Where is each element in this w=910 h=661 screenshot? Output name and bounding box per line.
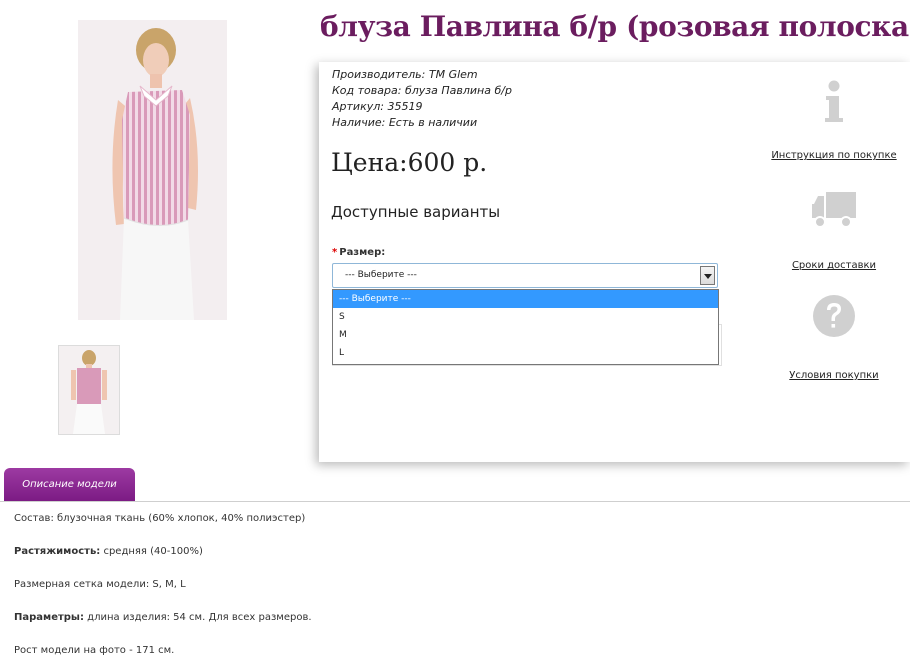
size-label: * Размер: bbox=[332, 247, 385, 258]
composition-label: Состав: bbox=[14, 513, 54, 524]
params-label: Параметры: bbox=[14, 612, 84, 623]
stock-label: Наличие: bbox=[332, 116, 386, 129]
product-code-label: Код товара: bbox=[332, 84, 402, 97]
dropdown-arrow-icon[interactable] bbox=[700, 266, 715, 285]
product-price: Цена:600 р. bbox=[331, 148, 488, 177]
stretch-line: Растяжимость: средняя (40-100%) bbox=[14, 546, 203, 557]
manufacturer-value: ТМ Glem bbox=[428, 68, 478, 81]
size-select-value: --- Выберите --- bbox=[345, 270, 417, 280]
delivery-link[interactable]: Сроки доставки bbox=[769, 260, 899, 271]
stock-value: Есть в наличии bbox=[388, 116, 478, 129]
product-info-panel: Производитель: ТМ Glem Код товара: блуза… bbox=[319, 62, 910, 462]
tab-description[interactable]: Описание модели bbox=[4, 468, 135, 502]
sizes-value: S, M, L bbox=[149, 579, 186, 590]
instruction-block: Инструкция по покупке bbox=[769, 80, 899, 161]
variants-heading: Доступные варианты bbox=[331, 203, 501, 221]
stretch-label: Растяжимость: bbox=[14, 546, 101, 557]
stock-row: Наличие: Есть в наличии bbox=[332, 116, 477, 129]
tab-divider bbox=[0, 501, 910, 502]
params-line: Параметры: длина изделия: 54 см. Для все… bbox=[14, 612, 312, 623]
sku-label: Артикул: bbox=[332, 100, 384, 113]
terms-link[interactable]: Условия покупки bbox=[769, 370, 899, 381]
size-option-m[interactable]: M bbox=[333, 326, 718, 344]
size-dropdown-list[interactable]: --- Выберите --- S M L bbox=[332, 289, 719, 365]
truck-icon bbox=[812, 192, 856, 228]
product-title: блуза Павлина б/р (розовая полоска) bbox=[320, 10, 910, 43]
sku-value: 35519 bbox=[387, 100, 423, 113]
size-option-placeholder[interactable]: --- Выберите --- bbox=[333, 290, 718, 308]
sizes-label: Размерная сетка модели: bbox=[14, 579, 150, 590]
instruction-link[interactable]: Инструкция по покупке bbox=[769, 150, 899, 161]
question-icon bbox=[813, 295, 855, 337]
composition-line: Состав: блузочная ткань (60% хлопок, 40%… bbox=[14, 513, 305, 524]
product-code-row: Код товара: блуза Павлина б/р bbox=[332, 84, 512, 97]
manufacturer-row: Производитель: ТМ Glem bbox=[332, 68, 478, 81]
product-code-value: блуза Павлина б/р bbox=[404, 84, 512, 97]
sizes-line: Размерная сетка модели: S, M, L bbox=[14, 579, 186, 590]
size-select[interactable]: --- Выберите --- bbox=[332, 263, 718, 288]
size-label-text: Размер: bbox=[339, 247, 386, 258]
product-photo-illustration bbox=[78, 20, 227, 320]
params-value: длина изделия: 54 см. Для всех размеров. bbox=[83, 612, 312, 623]
required-mark: * bbox=[332, 247, 338, 258]
product-main-image[interactable] bbox=[78, 20, 227, 320]
stretch-value: средняя (40-100%) bbox=[100, 546, 203, 557]
thumbnail-illustration bbox=[59, 346, 119, 434]
composition-value: блузочная ткань (60% хлопок, 40% полиэст… bbox=[53, 513, 306, 524]
info-icon bbox=[825, 80, 843, 122]
terms-block: Условия покупки bbox=[769, 294, 899, 381]
size-option-s[interactable]: S bbox=[333, 308, 718, 326]
sku-row: Артикул: 35519 bbox=[332, 100, 422, 113]
manufacturer-label: Производитель: bbox=[332, 68, 426, 81]
height-line: Рост модели на фото - 171 см. bbox=[14, 645, 175, 656]
size-option-l[interactable]: L bbox=[333, 344, 718, 362]
product-thumbnail[interactable] bbox=[58, 345, 120, 435]
delivery-block: Сроки доставки bbox=[769, 190, 899, 271]
